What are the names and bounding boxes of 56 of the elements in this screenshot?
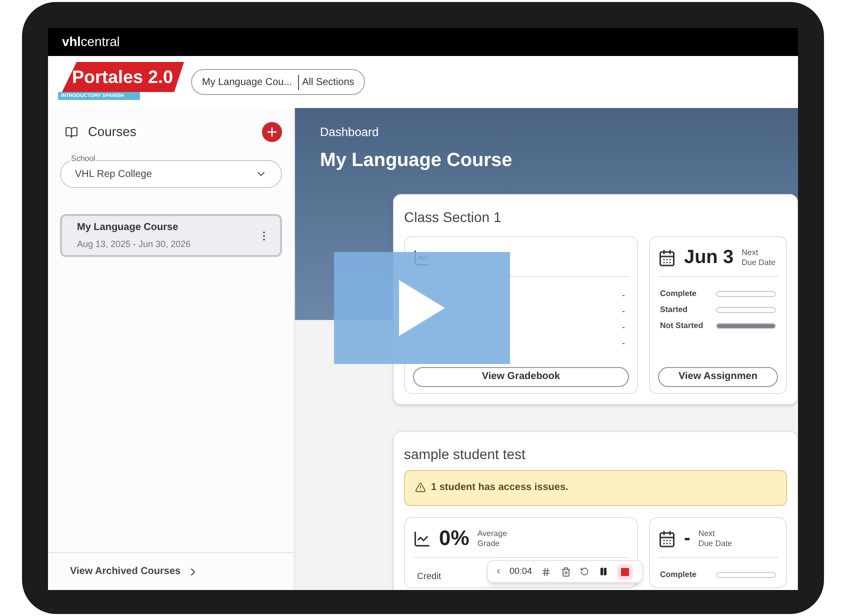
view-assignments-button[interactable]: View Assignmen bbox=[658, 366, 778, 386]
due-date-label: Next bbox=[698, 529, 716, 539]
trash-icon[interactable] bbox=[560, 566, 571, 576]
row-value: - bbox=[622, 304, 625, 316]
course-selector[interactable]: My Language Cou... All Sections bbox=[191, 69, 366, 95]
progress-track bbox=[716, 572, 776, 578]
calendar-icon bbox=[658, 249, 676, 267]
school-label: School bbox=[70, 155, 96, 163]
restart-icon[interactable] bbox=[580, 567, 590, 576]
back-button[interactable]: ‹ bbox=[496, 564, 500, 579]
grade-value: 0% bbox=[439, 526, 470, 552]
sidebar-title: Courses bbox=[88, 123, 136, 142]
line-chart-icon bbox=[413, 530, 431, 548]
view-archived-courses-link[interactable]: View Archived Courses bbox=[70, 564, 199, 579]
progress-track bbox=[716, 307, 776, 313]
recording-time: 00:04 bbox=[510, 564, 532, 578]
row-label: Credit bbox=[417, 570, 442, 580]
breadcrumb: Dashboard bbox=[320, 124, 380, 141]
due-date-label: Next bbox=[742, 248, 760, 258]
add-course-button[interactable] bbox=[262, 122, 282, 142]
row-value: - bbox=[622, 336, 625, 348]
progress-label: Not Started bbox=[660, 320, 704, 332]
calendar-icon bbox=[658, 530, 676, 548]
pause-icon[interactable] bbox=[598, 567, 608, 576]
logo-title: Portales 2.0 bbox=[72, 66, 174, 88]
progress-track bbox=[716, 291, 776, 297]
row-value: - bbox=[622, 288, 625, 300]
section-title: sample student test bbox=[404, 444, 526, 462]
row-value: - bbox=[622, 320, 625, 332]
school-select[interactable]: VHL Rep College bbox=[60, 160, 282, 188]
course-name: My Language Course bbox=[77, 220, 180, 235]
view-gradebook-button[interactable]: View Gradebook bbox=[413, 366, 629, 386]
warning-icon bbox=[415, 482, 426, 493]
brand-logo: vhlcentral bbox=[62, 33, 120, 52]
course-selector-course: My Language Cou... bbox=[202, 76, 292, 90]
due-date-label: Due Date bbox=[698, 539, 732, 549]
book-icon bbox=[65, 126, 78, 138]
due-date-value: - bbox=[684, 526, 690, 551]
drag-handle-icon[interactable] bbox=[541, 566, 552, 576]
page-title: My Language Course bbox=[320, 149, 514, 173]
play-icon bbox=[399, 280, 445, 336]
course-dates: Aug 13, 2025 - Jun 30, 2026 bbox=[77, 238, 191, 251]
grade-label: Average bbox=[477, 529, 508, 539]
grade-label: Grade bbox=[477, 539, 501, 549]
stop-button[interactable] bbox=[617, 564, 634, 580]
alert-text: 1 student has access issues. bbox=[431, 481, 568, 495]
section-title: Class Section 1 bbox=[404, 208, 502, 224]
school-value: VHL Rep College bbox=[75, 168, 152, 182]
plus-icon bbox=[265, 125, 279, 139]
progress-label: Complete bbox=[660, 569, 698, 581]
course-selector-section: All Sections bbox=[298, 74, 354, 90]
course-item[interactable]: My Language Course Aug 13, 2025 - Jun 30, 2026 bbox=[60, 214, 282, 257]
progress-label: Complete bbox=[660, 288, 698, 300]
progress-label: Started bbox=[660, 304, 689, 316]
due-date-label: Due Date bbox=[742, 258, 776, 268]
due-date-value: Jun 3 bbox=[684, 246, 734, 270]
